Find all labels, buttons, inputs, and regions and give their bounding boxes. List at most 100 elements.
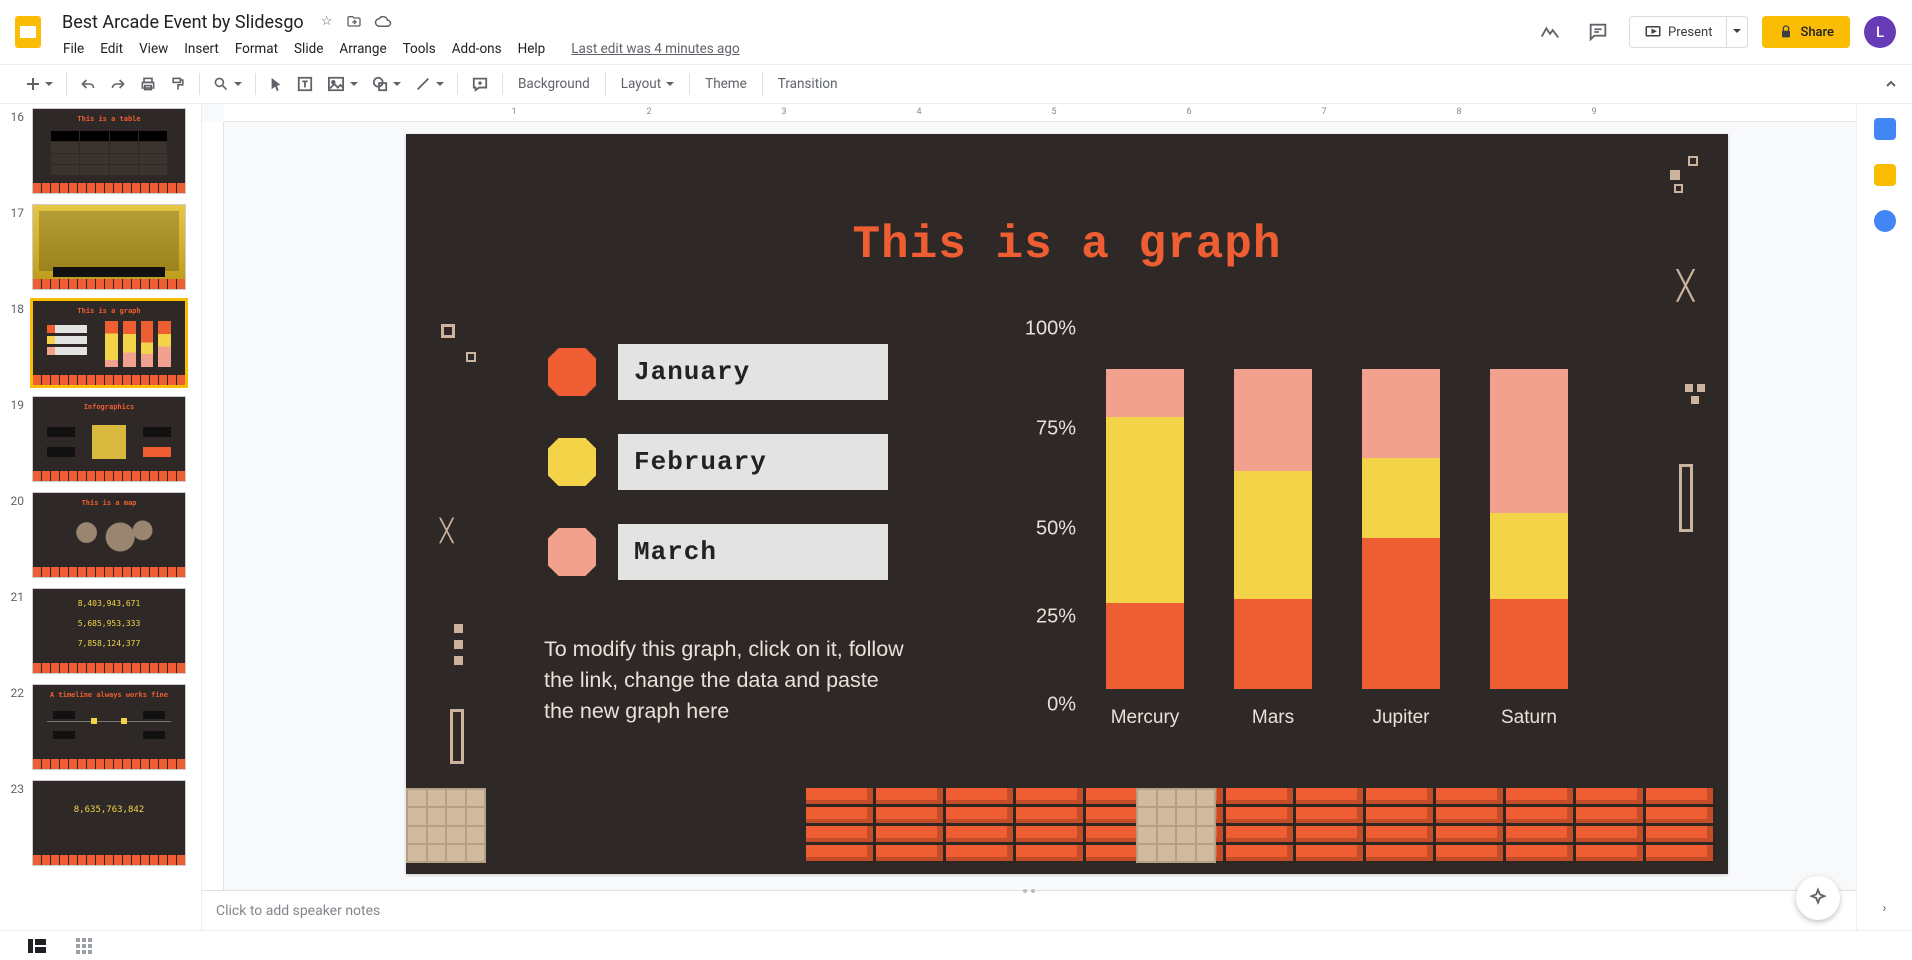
undo-button[interactable] [74, 72, 102, 96]
stacked-bar-chart[interactable]: 100% 75% 50% 25% 0% MercuryMarsJupiterSa… [966, 329, 1686, 729]
keep-addon-icon[interactable] [1874, 164, 1896, 186]
chart-legend[interactable]: January February March [544, 344, 888, 614]
slides-app-icon[interactable] [8, 12, 48, 52]
thumb-title: Infographics [33, 403, 185, 411]
thumb-title: This is a graph [33, 307, 185, 315]
move-icon[interactable] [346, 14, 364, 30]
horizontal-ruler: 1 2 3 4 5 6 7 8 9 [224, 104, 1856, 122]
paint-format-button[interactable] [164, 71, 192, 97]
present-label: Present [1668, 25, 1712, 40]
textbox-tool[interactable] [291, 71, 319, 97]
share-button[interactable]: Share [1762, 16, 1850, 48]
theme-button[interactable]: Theme [697, 71, 755, 97]
toolbar: Background Layout Theme Transition [0, 64, 1912, 104]
notes-resize-handle[interactable] [1009, 887, 1049, 895]
legend-swatch-february-icon [544, 434, 600, 490]
filmstrip[interactable]: 16 This is a table 17 18 This is [0, 104, 202, 930]
slide-thumbnail-23[interactable]: 8,635,763,842 [32, 780, 186, 866]
tasks-addon-icon[interactable] [1874, 210, 1896, 232]
activity-icon[interactable] [1533, 15, 1567, 49]
y-tick-75: 75% [966, 418, 1076, 441]
chart-plot-area: MercuryMarsJupiterSaturn [1086, 329, 1666, 689]
comments-icon[interactable] [1581, 15, 1615, 49]
thumb-stat: 5,685,953,333 [33, 619, 185, 628]
menu-slide[interactable]: Slide [287, 37, 330, 61]
x-label: Mercury [1090, 707, 1199, 729]
filmstrip-view-icon[interactable] [28, 939, 46, 953]
slide-thumbnail-22[interactable]: A timeline always works fine [32, 684, 186, 770]
bottom-bar [0, 930, 1912, 960]
thumb-number: 22 [6, 684, 24, 770]
slide-canvas[interactable]: This is a graph January February Mar [406, 134, 1728, 874]
new-slide-button[interactable] [20, 72, 59, 97]
pixel-decor-icon [1685, 384, 1693, 392]
menu-addons[interactable]: Add-ons [445, 37, 509, 61]
star-icon[interactable]: ☆ [318, 14, 336, 30]
legend-swatch-january-icon [544, 344, 600, 400]
present-dropdown[interactable] [1726, 16, 1748, 48]
cloud-status-icon[interactable] [374, 14, 392, 30]
thumb-number: 23 [6, 780, 24, 866]
menu-arrange[interactable]: Arrange [332, 37, 393, 61]
y-tick-0: 0% [966, 694, 1076, 717]
document-title[interactable]: Best Arcade Event by Slidesgo [56, 10, 310, 35]
line-tool[interactable] [409, 71, 450, 97]
explore-button[interactable] [1796, 876, 1840, 920]
slide-title[interactable]: This is a graph [406, 219, 1728, 271]
slide-thumbnail-19[interactable]: Infographics [32, 396, 186, 482]
thumb-title: This is a map [33, 499, 185, 507]
pixel-decor-icon [454, 624, 463, 633]
layout-button[interactable]: Layout [613, 71, 682, 97]
grid-view-icon[interactable] [76, 938, 92, 954]
slide-thumbnail-18[interactable]: This is a graph [32, 300, 186, 386]
bar-jupiter: Jupiter [1362, 329, 1440, 689]
thumb-number: 16 [6, 108, 24, 194]
thumb-title: This is a table [33, 115, 185, 123]
bar-saturn: Saturn [1490, 329, 1568, 689]
menu-tools[interactable]: Tools [396, 37, 443, 61]
menu-format[interactable]: Format [228, 37, 285, 61]
thumb-stat: 8,635,763,842 [33, 805, 185, 815]
collapse-toolbar-icon[interactable] [1878, 72, 1904, 96]
redo-button[interactable] [104, 72, 132, 96]
slide-body-text[interactable]: To modify this graph, click on it, follo… [544, 634, 904, 728]
zoom-button[interactable] [207, 71, 248, 97]
menu-help[interactable]: Help [511, 37, 553, 61]
slide-thumbnail-16[interactable]: This is a table [32, 108, 186, 194]
slide-thumbnail-17[interactable] [32, 204, 186, 290]
menu-edit[interactable]: Edit [93, 37, 130, 61]
thumb-number: 20 [6, 492, 24, 578]
y-tick-25: 25% [966, 606, 1076, 629]
legend-label-january: January [618, 344, 888, 400]
thumb-stat: 8,403,943,671 [33, 599, 185, 608]
thumb-number: 17 [6, 204, 24, 290]
canvas[interactable]: 1 2 3 4 5 6 7 8 9 This is a graph Januar… [202, 104, 1856, 890]
shape-tool[interactable] [366, 71, 407, 97]
background-button[interactable]: Background [510, 71, 598, 97]
pixel-decor-icon [1688, 156, 1698, 166]
speaker-notes[interactable]: Click to add speaker notes [202, 890, 1856, 930]
select-tool[interactable] [263, 71, 289, 97]
menu-insert[interactable]: Insert [177, 37, 226, 61]
present-button[interactable]: Present [1629, 16, 1726, 48]
legend-label-february: February [618, 434, 888, 490]
transition-button[interactable]: Transition [770, 71, 846, 97]
slide-thumbnail-20[interactable]: This is a map [32, 492, 186, 578]
image-tool[interactable] [321, 71, 364, 97]
pixel-decor-icon: ╳ [1677, 269, 1698, 302]
slide-thumbnail-21[interactable]: 8,403,943,671 5,685,953,333 7,858,124,37… [32, 588, 186, 674]
comment-tool[interactable] [465, 71, 495, 97]
last-edit-link[interactable]: Last edit was 4 minutes ago [564, 37, 746, 61]
account-avatar[interactable]: L [1864, 16, 1896, 48]
print-button[interactable] [134, 71, 162, 97]
calendar-addon-icon[interactable] [1874, 118, 1896, 140]
menu-view[interactable]: View [132, 37, 175, 61]
menu-file[interactable]: File [56, 37, 91, 61]
legend-swatch-march-icon [544, 524, 600, 580]
present-group: Present [1629, 16, 1748, 48]
show-sidepanel-icon[interactable]: › [1883, 901, 1887, 930]
bar-mars: Mars [1234, 329, 1312, 689]
brick-floor [806, 788, 1728, 863]
pixel-decor-icon [441, 324, 455, 338]
side-panel: › [1856, 104, 1912, 930]
